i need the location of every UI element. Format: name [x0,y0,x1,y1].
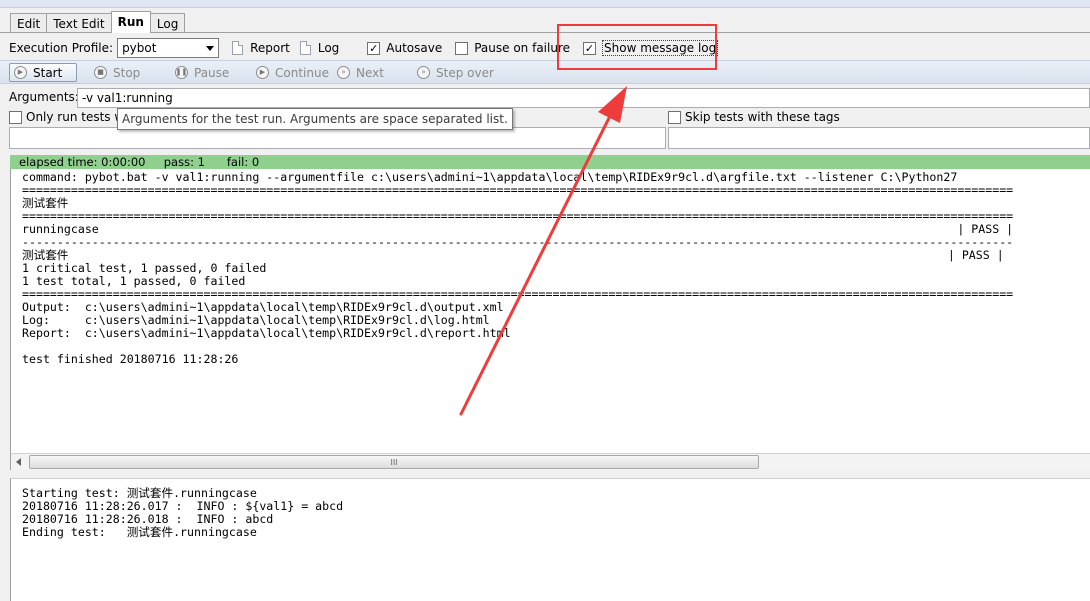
annotation-arrow-icon [459,86,627,416]
